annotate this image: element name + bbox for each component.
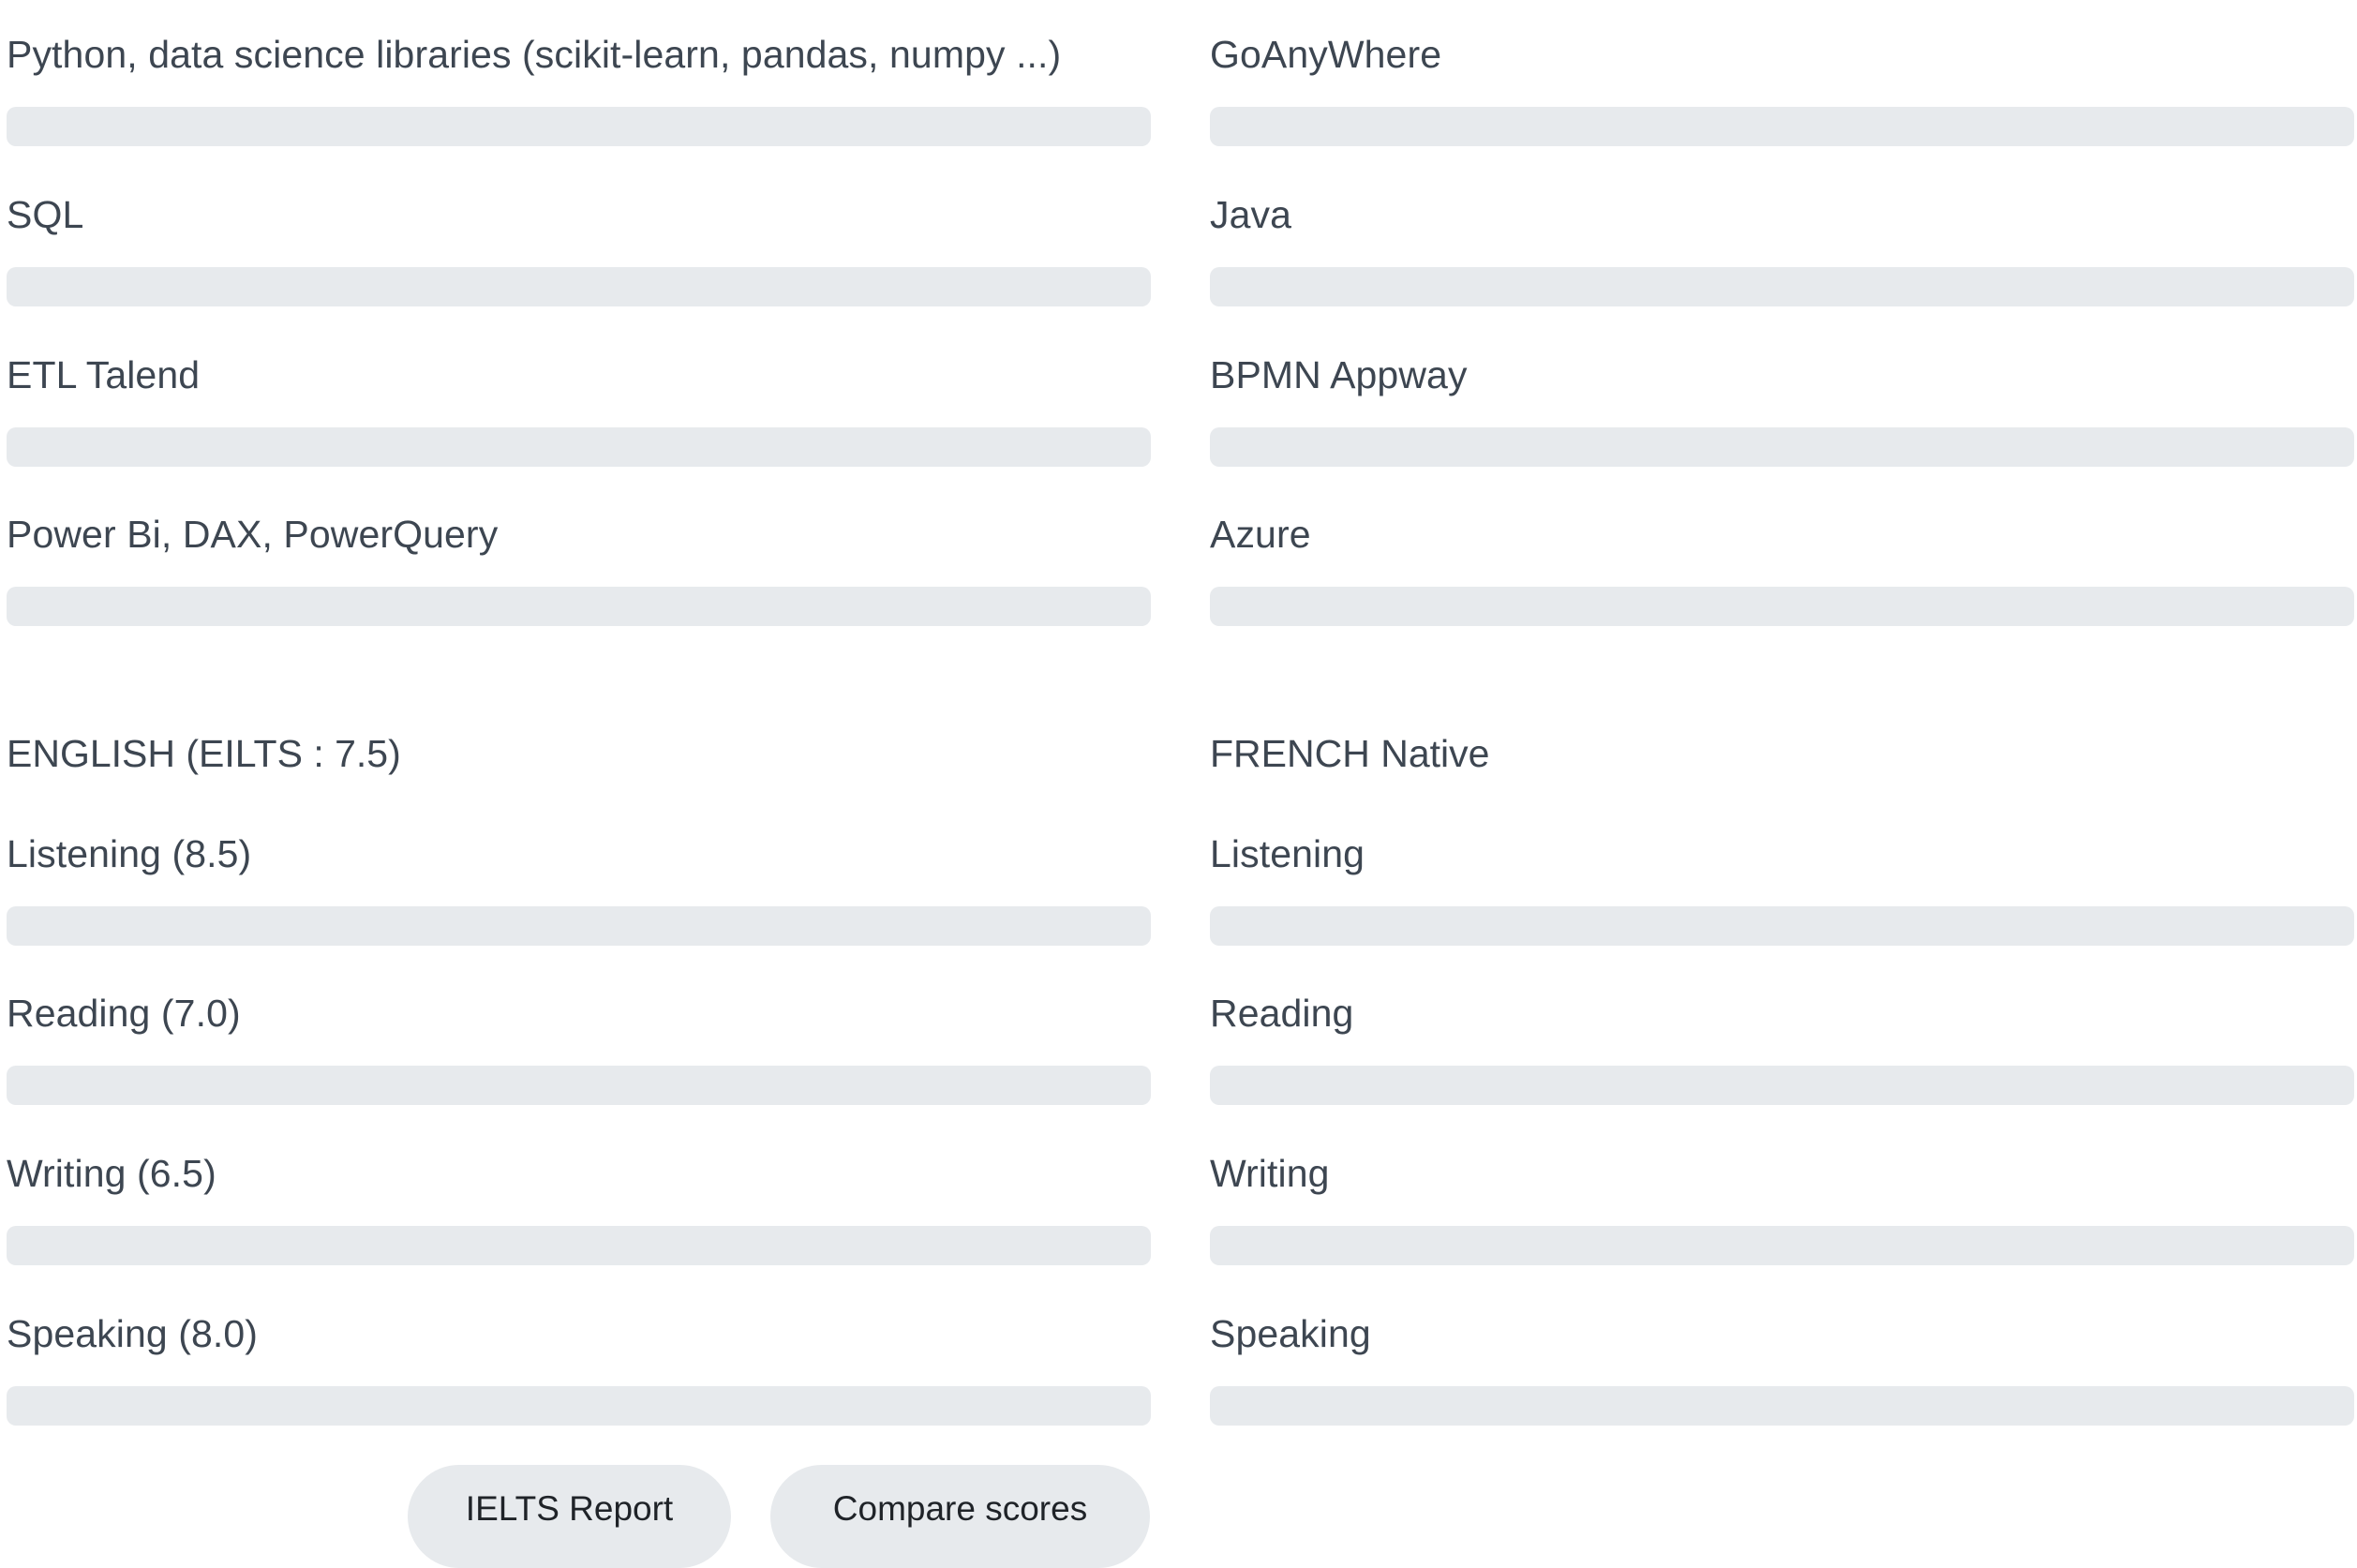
skill-label: Reading bbox=[1210, 992, 1354, 1035]
skill-progress-bar bbox=[7, 1066, 1151, 1105]
skill-progress-bar bbox=[1210, 267, 2354, 306]
skill-label: Java bbox=[1210, 193, 1292, 236]
skill-label: Azure bbox=[1210, 513, 1311, 556]
skill-progress-bar bbox=[1210, 906, 2354, 946]
skill-progress-bar bbox=[1210, 107, 2354, 146]
skill-progress-bar bbox=[7, 1386, 1151, 1426]
skill-progress-bar bbox=[7, 906, 1151, 946]
skill-progress-bar bbox=[1210, 1066, 2354, 1105]
skill-label: ETL Talend bbox=[7, 353, 201, 396]
skill-label: BPMN Appway bbox=[1210, 353, 1468, 396]
skill-progress-bar bbox=[7, 107, 1151, 146]
english-heading: ENGLISH (EILTS : 7.5) bbox=[7, 732, 401, 775]
skill-label: Power Bi, DAX, PowerQuery bbox=[7, 513, 499, 556]
french-heading: FRENCH Native bbox=[1210, 732, 1490, 775]
skill-label: Listening bbox=[1210, 832, 1365, 875]
skill-progress-bar bbox=[1210, 587, 2354, 626]
ielts-report-button[interactable]: IELTS Report bbox=[408, 1465, 731, 1568]
skill-label: Writing (6.5) bbox=[7, 1152, 216, 1195]
skill-label: Speaking (8.0) bbox=[7, 1312, 259, 1355]
skill-label: GoAnyWhere bbox=[1210, 33, 1442, 76]
skill-progress-bar bbox=[1210, 1226, 2354, 1265]
skill-progress-bar bbox=[7, 427, 1151, 467]
skill-progress-bar bbox=[7, 267, 1151, 306]
compare-scores-button[interactable]: Compare scores bbox=[770, 1465, 1150, 1568]
skill-label: Reading (7.0) bbox=[7, 992, 241, 1035]
skill-label: Python, data science libraries (scikit-l… bbox=[7, 33, 1062, 76]
skill-progress-bar bbox=[7, 587, 1151, 626]
skill-label: Listening (8.5) bbox=[7, 832, 252, 875]
skill-progress-bar bbox=[1210, 1386, 2354, 1426]
skill-label: Writing bbox=[1210, 1152, 1330, 1195]
skill-label: Speaking bbox=[1210, 1312, 1371, 1355]
skill-progress-bar bbox=[1210, 427, 2354, 467]
skill-label: SQL bbox=[7, 193, 84, 236]
skill-progress-bar bbox=[7, 1226, 1151, 1265]
